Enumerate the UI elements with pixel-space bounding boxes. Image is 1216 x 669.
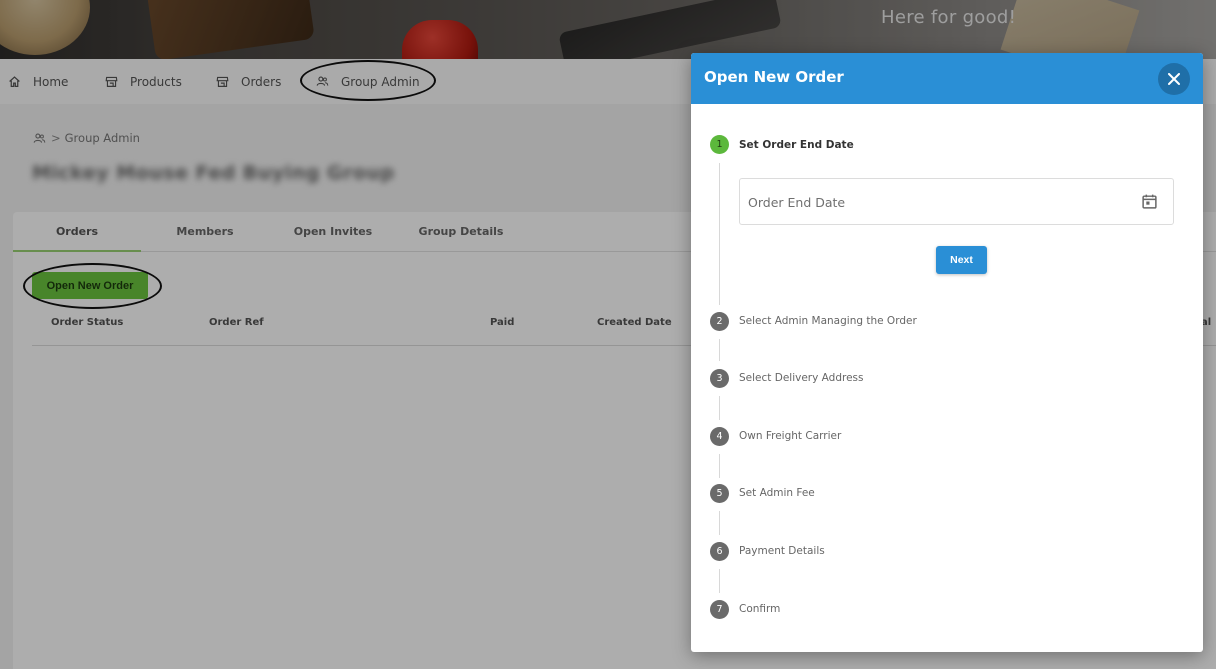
order-end-date-field[interactable] xyxy=(739,178,1174,225)
step-label-delivery-address[interactable]: Select Delivery Address xyxy=(739,372,863,384)
open-new-order-modal: Open New Order 1 Set Order End Date Next… xyxy=(691,53,1203,652)
step-connector xyxy=(719,511,720,535)
modal-header: Open New Order xyxy=(691,53,1203,104)
step-number: 5 xyxy=(710,484,729,503)
modal-title: Open New Order xyxy=(704,68,844,86)
step-label-payment-details[interactable]: Payment Details xyxy=(739,545,825,557)
step-number: 4 xyxy=(710,427,729,446)
step-number: 1 xyxy=(710,135,729,154)
step-number: 7 xyxy=(710,600,729,619)
step-label-set-order-end-date[interactable]: Set Order End Date xyxy=(739,139,854,151)
calendar-icon[interactable] xyxy=(1141,193,1158,210)
step-label-select-admin[interactable]: Select Admin Managing the Order xyxy=(739,315,917,327)
step-connector xyxy=(719,396,720,420)
step-number: 6 xyxy=(710,542,729,561)
next-button[interactable]: Next xyxy=(936,246,987,274)
close-icon xyxy=(1168,73,1180,85)
step-label-admin-fee[interactable]: Set Admin Fee xyxy=(739,487,815,499)
step-number: 2 xyxy=(710,312,729,331)
step-connector xyxy=(719,339,720,361)
step-connector xyxy=(719,454,720,478)
step-label-freight-carrier[interactable]: Own Freight Carrier xyxy=(739,430,841,442)
step-label-confirm[interactable]: Confirm xyxy=(739,603,780,615)
order-end-date-input[interactable] xyxy=(748,191,1128,213)
step-connector xyxy=(719,569,720,593)
step-number: 3 xyxy=(710,369,729,388)
step-connector xyxy=(719,163,720,305)
close-button[interactable] xyxy=(1158,63,1190,95)
